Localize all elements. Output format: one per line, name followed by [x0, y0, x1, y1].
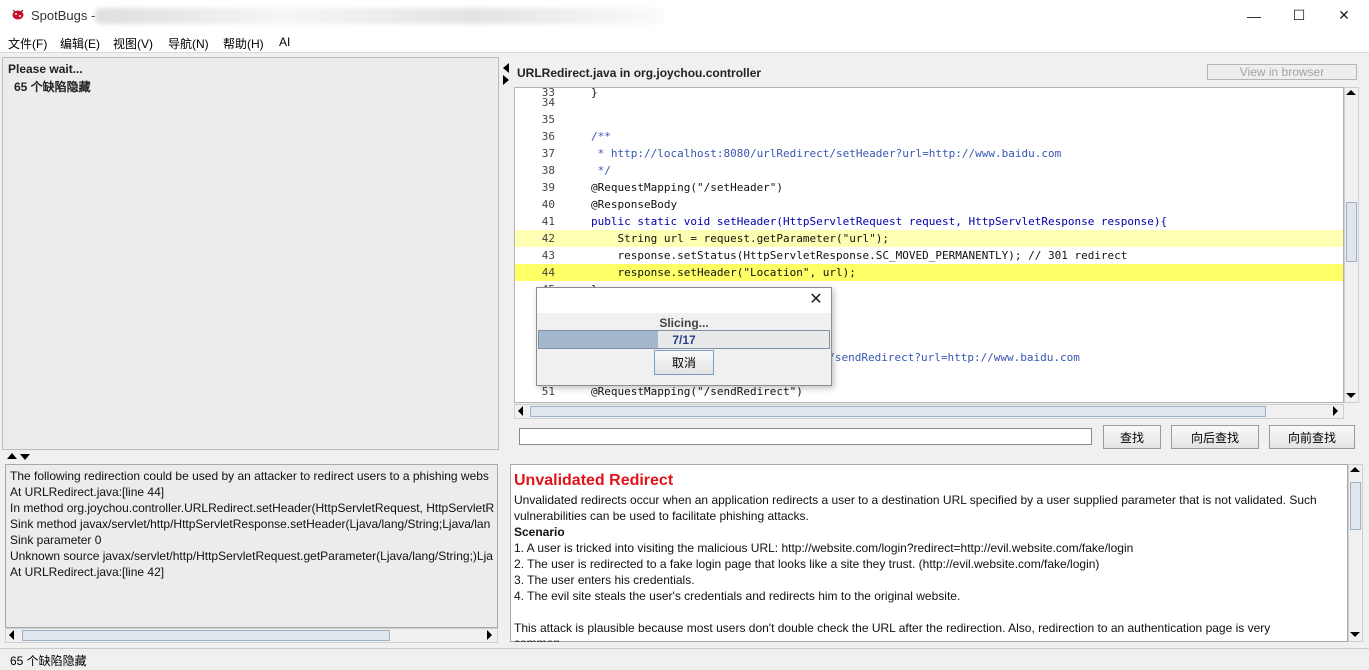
code-line: 43 response.setStatus(HttpServletRespons…	[541, 249, 1128, 262]
redacted-title-region	[95, 8, 665, 24]
scenario-step: 3. The user enters his credentials.	[514, 573, 695, 587]
detail-line: The following redirection could be used …	[10, 469, 489, 483]
description-text: common.	[514, 636, 563, 642]
scenario-step: 1. A user is tricked into visiting the m…	[514, 541, 1134, 555]
details-horizontal-scroll-thumb[interactable]	[22, 630, 390, 641]
scroll-up-icon[interactable]	[1346, 90, 1356, 95]
menu-edit[interactable]: 编辑(E)	[60, 35, 100, 52]
scenario-heading: Scenario	[514, 525, 565, 539]
code-line: 38 */	[541, 164, 611, 177]
splitter-collapse-left-icon[interactable]	[503, 63, 509, 73]
dialog-label: Slicing...	[659, 316, 709, 330]
scroll-right-icon[interactable]	[487, 630, 492, 640]
status-bar-text: 65 个缺陷隐藏	[10, 654, 87, 668]
code-line: 35	[541, 113, 555, 126]
cancel-button[interactable]: 取消	[654, 350, 714, 375]
view-in-browser-button[interactable]: View in browser	[1207, 64, 1357, 80]
dialog-close-icon[interactable]: ✕	[806, 290, 826, 310]
detail-line: Sink parameter 0	[10, 533, 102, 547]
bug-pattern-title: Unvalidated Redirect	[514, 472, 674, 489]
menu-help[interactable]: 帮助(H)	[223, 35, 264, 52]
scenario-step: 2. The user is redirected to a fake logi…	[514, 557, 1100, 571]
tree-bug-count[interactable]: 65 个缺陷隐藏	[14, 78, 91, 95]
tree-status-text: Please wait...	[8, 62, 83, 76]
scenario-step: 4. The evil site steals the user's crede…	[514, 589, 961, 603]
splitter-collapse-down-icon[interactable]	[20, 454, 30, 460]
code-line: 41 public static void setHeader(HttpServl…	[541, 215, 1168, 228]
bug-details-panel[interactable]: The following redirection could be used …	[5, 464, 498, 628]
source-horizontal-scroll-thumb[interactable]	[530, 406, 1266, 417]
scroll-down-icon[interactable]	[1346, 393, 1356, 398]
code-line: 37 * http://localhost:8080/urlRedirect/s…	[541, 147, 1062, 160]
minimize-button[interactable]: —	[1231, 0, 1277, 31]
scroll-left-icon[interactable]	[518, 406, 523, 416]
menu-ai[interactable]: AI	[279, 35, 290, 49]
menu-file[interactable]: 文件(F)	[8, 35, 47, 52]
code-line: 40 @ResponseBody	[541, 198, 678, 211]
find-previous-button[interactable]: 向前查找	[1269, 425, 1355, 449]
detail-line[interactable]: In method org.joychou.controller.URLRedi…	[10, 501, 494, 515]
scroll-right-icon[interactable]	[1333, 406, 1338, 416]
menu-bar: 文件(F) 编辑(E) 视图(V) 导航(N) 帮助(H) AI	[0, 31, 1369, 53]
find-next-button[interactable]: 向后查找	[1171, 425, 1259, 449]
source-file-title: URLRedirect.java in org.joychou.controll…	[517, 66, 762, 80]
find-button[interactable]: 查找	[1103, 425, 1161, 449]
detail-line[interactable]: At URLRedirect.java:[line 44]	[10, 485, 164, 499]
scroll-left-icon[interactable]	[9, 630, 14, 640]
description-vertical-scroll-thumb[interactable]	[1350, 482, 1361, 530]
close-button[interactable]: ✕	[1321, 0, 1367, 31]
description-text: vulnerabilities can be used to facilitat…	[514, 509, 809, 523]
code-line-highlighted: 42 String url = request.getParameter("ur…	[515, 230, 1343, 247]
code-line-highlighted: 44 response.setHeader("Location", url);	[515, 264, 1343, 281]
code-line: 39 @RequestMapping("/setHeader")	[541, 181, 784, 194]
status-bar	[0, 648, 1369, 670]
description-text: This attack is plausible because most us…	[514, 621, 1271, 635]
dialog-title-bar	[537, 288, 831, 313]
maximize-button[interactable]: ☐	[1276, 0, 1322, 31]
detail-line[interactable]: At URLRedirect.java:[line 42]	[10, 565, 164, 579]
scroll-up-icon[interactable]	[1350, 467, 1360, 472]
detail-line: Sink method javax/servlet/http/HttpServl…	[10, 517, 491, 531]
menu-navigate[interactable]: 导航(N)	[168, 35, 209, 52]
find-input[interactable]	[519, 428, 1092, 445]
code-line: 34	[541, 96, 555, 109]
description-text: Unvalidated redirects occur when an appl…	[514, 493, 1317, 507]
slicing-progress-text: 7/17	[672, 333, 696, 347]
splitter-collapse-right-icon[interactable]	[503, 75, 509, 85]
menu-view[interactable]: 视图(V)	[113, 35, 153, 52]
code-line: 36/**	[541, 130, 611, 143]
detail-line: Unknown source javax/servlet/http/HttpSe…	[10, 549, 493, 563]
splitter-collapse-up-icon[interactable]	[7, 453, 17, 459]
source-vertical-scroll-thumb[interactable]	[1346, 202, 1357, 262]
scroll-down-icon[interactable]	[1350, 632, 1360, 637]
bug-tree-panel[interactable]	[2, 57, 499, 450]
spotbugs-logo-icon	[12, 9, 24, 20]
window-title: SpotBugs -	[31, 8, 96, 23]
